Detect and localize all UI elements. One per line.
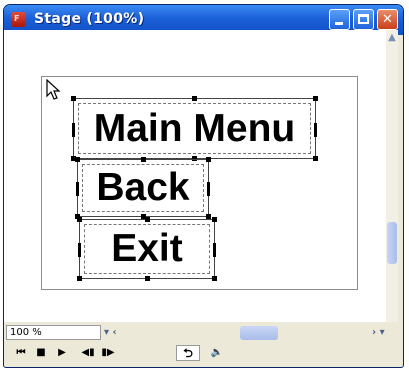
maximize-icon: [358, 14, 369, 24]
transform-handle[interactable]: [313, 96, 318, 101]
transform-handle[interactable]: [72, 123, 75, 137]
zoom-dropdown-icon[interactable]: ▾ ‹: [104, 327, 117, 338]
close-icon: ✕: [382, 12, 393, 27]
flash-app-icon: F: [11, 12, 26, 27]
main-menu-label: Main Menu: [93, 106, 296, 150]
horizontal-scroll-thumb[interactable]: [240, 326, 278, 340]
sound-icon[interactable]: 🔈: [210, 347, 224, 359]
transform-handle[interactable]: [192, 96, 197, 101]
transform-handle[interactable]: [78, 243, 81, 257]
transform-handle[interactable]: [212, 276, 217, 281]
back-button[interactable]: Back: [75, 157, 211, 219]
loop-icon[interactable]: ⮌: [176, 345, 200, 361]
close-button[interactable]: ✕: [377, 9, 398, 30]
main-menu-button[interactable]: Main Menu: [71, 96, 318, 161]
transform-handle[interactable]: [207, 182, 210, 196]
transform-handle[interactable]: [141, 157, 146, 162]
transform-handle[interactable]: [206, 157, 211, 162]
minimize-button[interactable]: [329, 9, 350, 30]
exit-label: Exit: [111, 227, 183, 270]
exit-button[interactable]: Exit: [77, 217, 217, 281]
step-back-icon[interactable]: ◀▮: [81, 347, 95, 359]
minimize-icon: [335, 22, 343, 25]
transform-handle[interactable]: [212, 217, 217, 222]
play-icon[interactable]: ▶: [55, 347, 69, 359]
transform-handle[interactable]: [71, 96, 76, 101]
rewind-icon[interactable]: ⏮: [14, 347, 28, 359]
transform-handle[interactable]: [75, 157, 80, 162]
transform-handle[interactable]: [77, 276, 82, 281]
arrow-cursor-icon: [46, 79, 61, 100]
back-label: Back: [96, 166, 190, 209]
scroll-right-icon[interactable]: › ▾: [372, 327, 385, 338]
transform-handle[interactable]: [76, 182, 79, 196]
transform-handle[interactable]: [77, 217, 82, 222]
stop-icon[interactable]: ■: [34, 347, 48, 359]
transform-handle[interactable]: [314, 123, 317, 137]
transform-handle[interactable]: [145, 217, 150, 222]
scroll-up-icon[interactable]: ▲: [387, 32, 397, 44]
maximize-button[interactable]: [353, 9, 374, 30]
vertical-scrollbar[interactable]: ▲: [386, 30, 398, 322]
transform-handle[interactable]: [213, 243, 216, 257]
transform-handle[interactable]: [145, 276, 150, 281]
transform-handle[interactable]: [313, 156, 318, 161]
vertical-scroll-thumb[interactable]: [387, 222, 397, 264]
step-forward-icon[interactable]: ▮▶: [101, 347, 115, 359]
window-title: Stage (100%): [34, 11, 145, 27]
zoom-field[interactable]: 100 %: [6, 325, 101, 340]
